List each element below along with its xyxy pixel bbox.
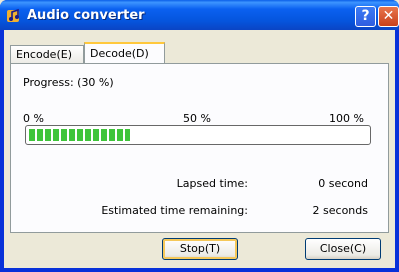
audio-converter-window: Audio converter ? ✕ Encode(E) Decode(D) … (0, 0, 399, 272)
progress-tick-100: 100 % (329, 112, 364, 125)
lapsed-time-value: 0 second (318, 177, 368, 190)
help-button[interactable]: ? (355, 6, 376, 27)
tab-decode[interactable]: Decode(D) (84, 42, 165, 64)
dialog-client-area: Encode(E) Decode(D) Progress: (30 %) 0 %… (4, 30, 395, 268)
music-note-icon (7, 8, 19, 22)
window-close-button[interactable]: ✕ (378, 6, 399, 27)
decode-panel: Progress: (30 %) 0 % 50 % 100 % Lapsed t… (10, 63, 389, 233)
window-title: Audio converter (27, 8, 145, 23)
progress-bar (25, 125, 371, 145)
lapsed-time-label: Lapsed time: (176, 177, 248, 190)
tab-encode[interactable]: Encode(E) (10, 45, 84, 63)
progress-tick-50: 50 % (183, 112, 211, 125)
window-bottom-border (0, 268, 399, 272)
title-bar[interactable]: Audio converter ? ✕ (0, 0, 399, 30)
stop-button[interactable]: Stop(T) (162, 238, 238, 260)
progress-bar-fill (29, 129, 130, 141)
progress-label: Progress: (30 %) (23, 76, 114, 89)
remaining-time-value: 2 seconds (312, 204, 368, 217)
remaining-time-label: Estimated time remaining: (101, 204, 248, 217)
close-button[interactable]: Close(C) (305, 238, 381, 260)
progress-tick-0: 0 % (23, 112, 44, 125)
